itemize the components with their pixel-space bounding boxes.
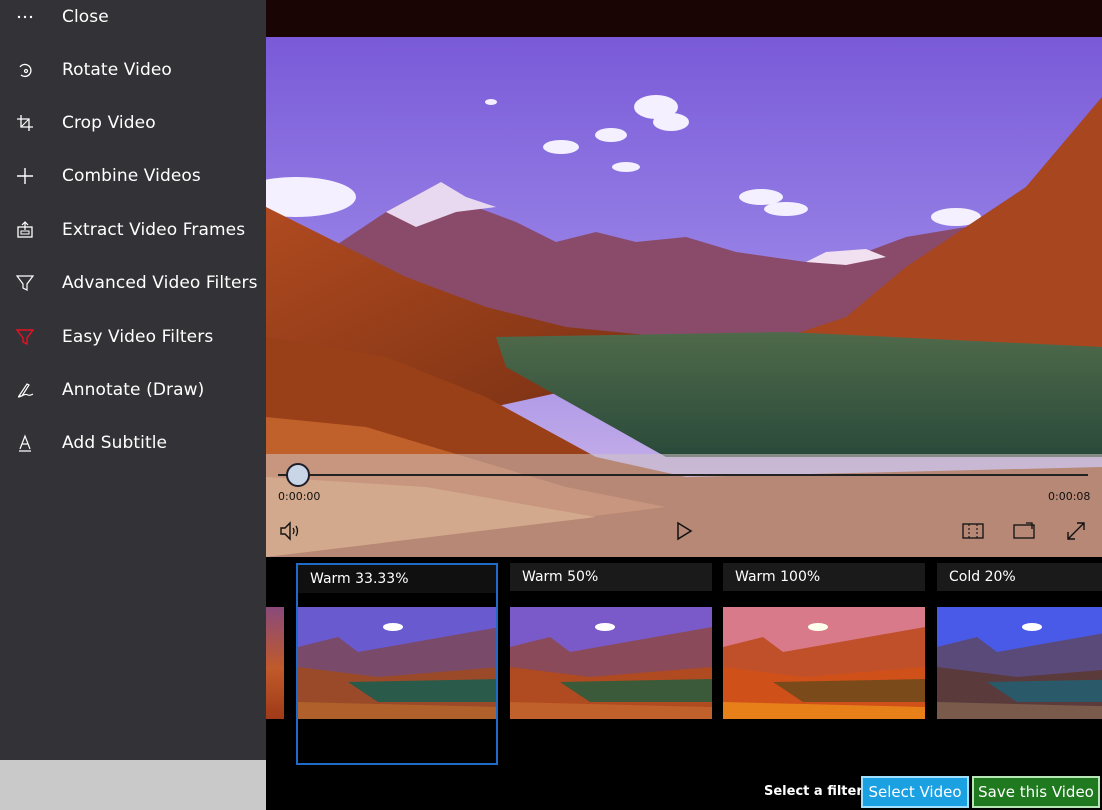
menu-item-label: Close xyxy=(62,6,109,27)
crop-icon xyxy=(0,114,50,132)
sidebar-footer xyxy=(0,760,266,810)
total-time: 0:00:08 xyxy=(1048,490,1091,503)
menu-item-rotate-video[interactable]: Rotate Video xyxy=(0,43,266,96)
filter-label: Warm 33.33% xyxy=(298,565,496,593)
menu-item-label: Rotate Video xyxy=(62,59,172,80)
menu-item-label: Crop Video xyxy=(62,112,156,133)
menu-item-combine-videos[interactable]: Combine Videos xyxy=(0,149,266,202)
volume-icon[interactable] xyxy=(279,519,303,543)
menu-item-annotate[interactable]: Annotate (Draw) xyxy=(0,363,266,416)
menu-item-crop-video[interactable]: Crop Video xyxy=(0,96,266,149)
plus-icon xyxy=(0,167,50,185)
menu-item-label: Annotate (Draw) xyxy=(62,379,205,400)
text-icon xyxy=(0,433,50,452)
menu-item-label: Easy Video Filters xyxy=(62,326,214,347)
more-dots-icon xyxy=(0,14,50,20)
filter-card-warm-50[interactable]: Warm 50% xyxy=(510,563,712,765)
seek-thumb[interactable] xyxy=(286,463,310,487)
select-filter-hint: Select a filter! xyxy=(764,784,869,799)
current-time: 0:00:00 xyxy=(278,490,321,503)
filter-strip: Warm 33.33% Warm 50% Warm 100% Cold 20% xyxy=(266,557,1102,767)
app-window: Close Rotate Video Crop Video Combine Vi… xyxy=(0,0,1102,810)
title-bar xyxy=(266,0,1102,37)
sidebar-menu: Close Rotate Video Crop Video Combine Vi… xyxy=(0,0,266,810)
pen-icon xyxy=(0,381,50,399)
menu-item-advanced-filters[interactable]: Advanced Video Filters xyxy=(0,256,266,309)
save-video-button[interactable]: Save this Video xyxy=(972,776,1100,808)
menu-item-label: Add Subtitle xyxy=(62,432,168,453)
filter-card-warm-100[interactable]: Warm 100% xyxy=(723,563,925,765)
extract-frames-icon xyxy=(0,220,50,239)
filter-card-cold-20[interactable]: Cold 20% xyxy=(937,563,1102,765)
filter-icon-active xyxy=(0,328,50,346)
menu-item-label: Advanced Video Filters xyxy=(62,272,258,293)
seek-bar[interactable] xyxy=(278,474,1088,476)
filter-thumbnail xyxy=(723,607,925,719)
filter-thumbnail xyxy=(937,607,1102,719)
filter-card-warm-33[interactable]: Warm 33.33% xyxy=(296,563,498,765)
filter-label: Cold 20% xyxy=(937,563,1102,591)
select-video-button[interactable]: Select Video xyxy=(861,776,969,808)
aspect-ratio-icon[interactable] xyxy=(961,519,985,543)
menu-item-easy-filters[interactable]: Easy Video Filters xyxy=(0,310,266,363)
filter-thumbnail xyxy=(298,607,496,719)
menu-item-label: Extract Video Frames xyxy=(62,219,246,240)
filter-label: Warm 100% xyxy=(723,563,925,591)
rotate-icon xyxy=(0,61,50,79)
cast-icon[interactable] xyxy=(1012,519,1036,543)
filter-thumbnail xyxy=(510,607,712,719)
menu-item-add-subtitle[interactable]: Add Subtitle xyxy=(0,416,266,469)
play-icon[interactable] xyxy=(672,519,696,543)
menu-item-close[interactable]: Close xyxy=(0,0,266,43)
menu-item-extract-frames[interactable]: Extract Video Frames xyxy=(0,203,266,256)
filter-icon xyxy=(0,274,50,292)
filter-thumbnail-partial[interactable] xyxy=(266,607,284,719)
menu-item-label: Combine Videos xyxy=(62,165,201,186)
filter-label: Warm 50% xyxy=(510,563,712,591)
fullscreen-icon[interactable] xyxy=(1064,519,1088,543)
